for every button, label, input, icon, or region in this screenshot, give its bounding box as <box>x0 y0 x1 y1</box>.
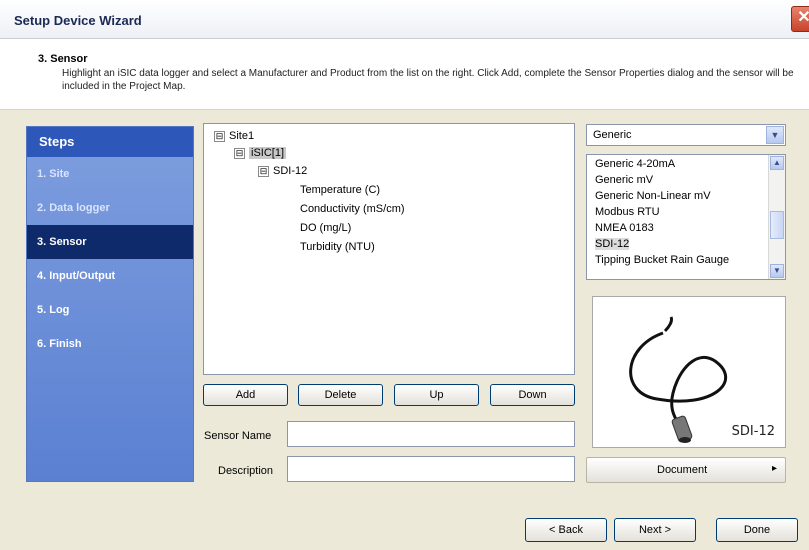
list-item[interactable]: Tipping Bucket Rain Gauge <box>595 254 729 266</box>
tree-node-sdi12[interactable]: ⊟ SDI-12 <box>258 165 307 177</box>
description-input[interactable] <box>287 456 575 482</box>
tree-node-do[interactable]: DO (mg/L) <box>300 222 351 234</box>
collapse-icon[interactable]: ⊟ <box>258 166 269 177</box>
scroll-down-icon[interactable]: ▼ <box>770 264 784 278</box>
product-list[interactable]: Generic 4-20mA Generic mV Generic Non-Li… <box>586 154 786 280</box>
next-button[interactable]: Next > <box>614 518 696 542</box>
list-scrollbar[interactable]: ▲ ▼ <box>768 155 785 279</box>
tree-node-label: SDI-12 <box>273 165 308 177</box>
step-heading: 3. Sensor <box>38 53 88 65</box>
step-sensor[interactable]: 3. Sensor <box>27 225 193 259</box>
scroll-up-icon[interactable]: ▲ <box>770 156 784 170</box>
list-item-selected[interactable]: SDI-12 <box>595 238 630 250</box>
step-description: Highlight an iSIC data logger and select… <box>62 68 794 92</box>
tree-node-label: Site1 <box>229 130 255 142</box>
tree-node-conductivity[interactable]: Conductivity (mS/cm) <box>300 203 405 215</box>
close-icon: ✕ <box>797 9 809 26</box>
step-finish[interactable]: 6. Finish <box>27 327 193 361</box>
tree-node-site[interactable]: ⊟ Site1 <box>214 130 254 142</box>
wizard-body: Steps 1. Site 2. Data logger 3. Sensor 4… <box>0 110 809 550</box>
list-item[interactable]: NMEA 0183 <box>595 222 654 234</box>
add-button[interactable]: Add <box>203 384 288 406</box>
chevron-down-icon[interactable]: ▼ <box>766 126 784 144</box>
step-input-output[interactable]: 4. Input/Output <box>27 259 193 293</box>
sensor-name-input[interactable] <box>287 421 575 447</box>
down-button[interactable]: Down <box>490 384 575 406</box>
document-label: Document <box>657 464 708 476</box>
list-item[interactable]: Generic 4-20mA <box>595 158 675 170</box>
sensor-name-label: Sensor Name <box>204 430 272 442</box>
step-log[interactable]: 5. Log <box>27 293 193 327</box>
window-title: Setup Device Wizard <box>14 13 142 28</box>
step-site[interactable]: 1. Site <box>27 157 193 191</box>
project-tree[interactable]: ⊟ Site1 ⊟ iSIC[1] ⊟ SDI-12 Temperature (C) … <box>203 123 575 375</box>
sensor-preview-label: SDI-12 <box>731 424 775 439</box>
steps-panel: Steps 1. Site 2. Data logger 3. Sensor 4… <box>26 126 194 482</box>
collapse-icon[interactable]: ⊟ <box>234 148 245 159</box>
document-button[interactable]: Document ▸ <box>586 457 786 483</box>
tree-node-temperature[interactable]: Temperature (C) <box>300 184 380 196</box>
up-button[interactable]: Up <box>394 384 479 406</box>
close-button[interactable]: ✕ <box>791 6 809 32</box>
wizard-header: 3. Sensor Highlight an iSIC data logger … <box>0 39 809 110</box>
steps-title: Steps <box>27 127 193 157</box>
arrow-right-icon: ▸ <box>771 463 777 474</box>
done-button[interactable]: Done <box>716 518 798 542</box>
manufacturer-dropdown[interactable]: Generic ▼ <box>586 124 786 146</box>
title-bar: Setup Device Wizard ✕ <box>0 0 809 39</box>
description-label: Description <box>218 465 274 477</box>
tree-node-isic[interactable]: ⊟ iSIC[1] <box>234 147 287 159</box>
sensor-preview: SDI-12 <box>592 296 786 448</box>
list-item[interactable]: Modbus RTU <box>595 206 660 218</box>
back-button[interactable]: < Back <box>525 518 607 542</box>
tree-node-turbidity[interactable]: Turbidity (NTU) <box>300 241 375 253</box>
collapse-icon[interactable]: ⊟ <box>214 131 225 142</box>
list-item[interactable]: Generic Non-Linear mV <box>595 190 711 202</box>
step-data-logger[interactable]: 2. Data logger <box>27 191 193 225</box>
manufacturer-selected: Generic <box>593 129 632 141</box>
delete-button[interactable]: Delete <box>298 384 383 406</box>
scroll-thumb[interactable] <box>770 211 784 239</box>
list-item[interactable]: Generic mV <box>595 174 653 186</box>
tree-node-label: iSIC[1] <box>249 147 287 159</box>
